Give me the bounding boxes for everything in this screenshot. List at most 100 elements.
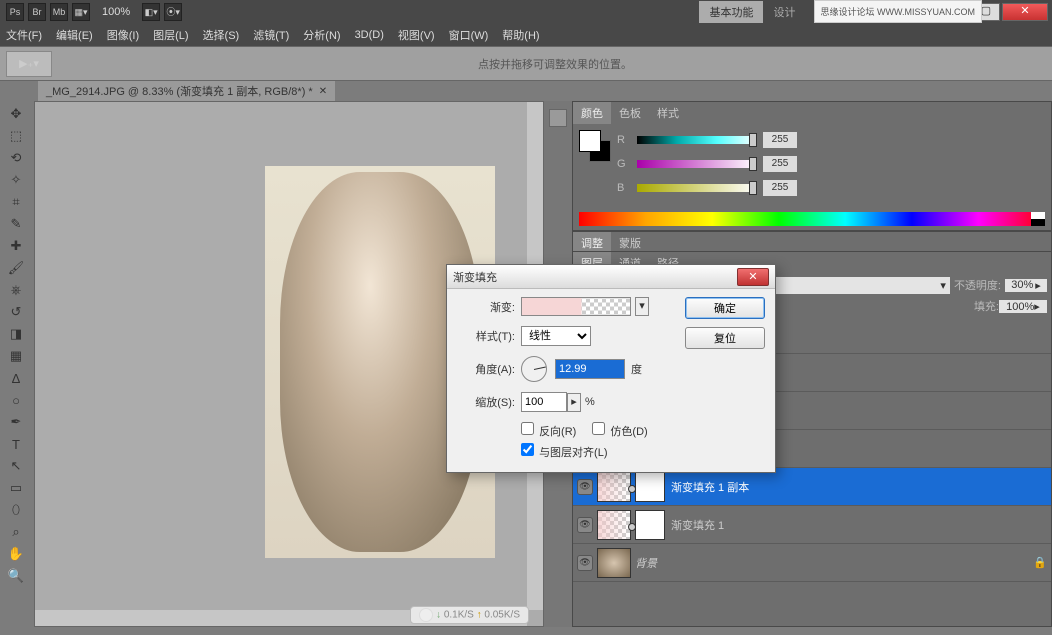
type-tool[interactable]: T [2, 433, 30, 455]
layer-thumb[interactable] [597, 548, 631, 578]
menu-edit[interactable]: 编辑(E) [56, 27, 93, 43]
fg-bg-swatch[interactable] [579, 130, 609, 160]
menu-file[interactable]: 文件(F) [6, 27, 42, 43]
color-spectrum[interactable] [579, 212, 1045, 226]
3d-tool[interactable]: ⬯ [2, 499, 30, 521]
b-value[interactable]: 255 [763, 180, 797, 196]
move-tool[interactable]: ✥ [2, 103, 30, 125]
tab-swatches[interactable]: 色板 [611, 102, 649, 124]
hand-tool[interactable]: ✋ [2, 543, 30, 565]
reverse-checkbox[interactable]: 反向(R) [521, 422, 576, 439]
options-bar: ▶₊▾ 点按并拖移可调整效果的位置。 [0, 46, 1052, 81]
ok-button[interactable]: 确定 [685, 297, 765, 319]
angle-input[interactable] [555, 359, 625, 379]
dialog-title: 渐变填充 [453, 269, 497, 285]
gradient-label: 渐变: [457, 299, 515, 315]
dialog-close-button[interactable]: ✕ [737, 268, 769, 286]
marquee-tool[interactable]: ⬚ [2, 125, 30, 147]
layer-name: 渐变填充 1 [671, 517, 1033, 533]
scale-stepper[interactable]: ▸ [567, 393, 581, 412]
b-slider[interactable] [637, 184, 757, 192]
scale-label: 缩放(S): [457, 394, 515, 410]
gradient-tool[interactable]: ▦ [2, 345, 30, 367]
brush-tool[interactable]: 🖌 [2, 257, 30, 279]
menu-image[interactable]: 图像(I) [107, 27, 139, 43]
layer-mask[interactable] [635, 510, 665, 540]
angle-label: 角度(A): [457, 361, 515, 377]
visibility-icon[interactable] [577, 517, 593, 533]
zoom-tool[interactable]: 🔍 [2, 565, 30, 587]
mb-icon[interactable]: Mb [50, 3, 68, 21]
layer-thumb[interactable] [597, 472, 631, 502]
menu-window[interactable]: 窗口(W) [449, 27, 489, 43]
bridge-icon[interactable]: Br [28, 3, 46, 21]
r-slider[interactable] [637, 136, 757, 144]
color-panel: 颜色 色板 样式 R255 G255 B255 [572, 101, 1052, 231]
watermark: 思缘设计论坛 WWW.MISSYUAN.COM [814, 0, 983, 23]
collapsed-panel-icon[interactable] [549, 109, 567, 127]
layer-row[interactable]: 渐变填充 1 副本 [573, 468, 1051, 506]
shape-tool[interactable]: ▭ [2, 477, 30, 499]
angle-dial[interactable] [521, 356, 547, 382]
arrange-icon[interactable]: ◧▾ [142, 3, 160, 21]
zoom-level[interactable]: 100% [102, 6, 130, 18]
align-checkbox[interactable]: 与图层对齐(L) [521, 443, 608, 460]
document-tab[interactable]: _MG_2914.JPG @ 8.33% (渐变填充 1 副本, RGB/8*)… [38, 81, 335, 101]
tab-styles[interactable]: 样式 [649, 102, 687, 124]
r-value[interactable]: 255 [763, 132, 797, 148]
tab-color[interactable]: 颜色 [573, 102, 611, 124]
dialog-titlebar[interactable]: 渐变填充 ✕ [447, 265, 775, 289]
window-close[interactable]: ✕ [1002, 3, 1048, 21]
stamp-tool[interactable]: ⎈ [2, 279, 30, 301]
eyedropper-tool[interactable]: ✎ [2, 213, 30, 235]
style-select[interactable]: 线性 [521, 326, 591, 346]
workspace-tab-design[interactable]: 设计 [763, 1, 805, 23]
layer-row[interactable]: 渐变填充 1 [573, 506, 1051, 544]
pen-tool[interactable]: ✒ [2, 411, 30, 433]
menu-analyze[interactable]: 分析(N) [303, 27, 340, 43]
layer-mask[interactable] [635, 472, 665, 502]
fill-value[interactable]: 100%▸ [999, 300, 1047, 313]
layer-name: 背景 [635, 555, 1033, 571]
close-icon[interactable]: ✕ [319, 86, 327, 97]
opacity-value[interactable]: 30%▸ [1005, 279, 1047, 292]
fill-label: 填充: [974, 298, 999, 314]
wand-tool[interactable]: ✧ [2, 169, 30, 191]
reset-button[interactable]: 复位 [685, 327, 765, 349]
layer-row[interactable]: 背景🔒 [573, 544, 1051, 582]
menu-filter[interactable]: 滤镜(T) [253, 27, 289, 43]
heal-tool[interactable]: ✚ [2, 235, 30, 257]
toolbox: ✥ ⬚ ⟲ ✧ ⌗ ✎ ✚ 🖌 ⎈ ↺ ◨ ▦ ∆ ○ ✒ T ↖ ▭ ⬯ ⌕ … [0, 101, 34, 627]
dither-checkbox[interactable]: 仿色(D) [592, 422, 647, 439]
gradient-preview[interactable] [521, 297, 631, 316]
download-speed: 0.1K/S [444, 610, 474, 621]
g-slider[interactable] [637, 160, 757, 168]
visibility-icon[interactable] [577, 555, 593, 571]
blur-tool[interactable]: ∆ [2, 367, 30, 389]
extras-icon[interactable]: ⦿▾ [164, 3, 182, 21]
history-brush-tool[interactable]: ↺ [2, 301, 30, 323]
menu-select[interactable]: 选择(S) [203, 27, 240, 43]
camera-tool[interactable]: ⌕ [2, 521, 30, 543]
scale-input[interactable] [521, 392, 567, 412]
menu-help[interactable]: 帮助(H) [502, 27, 539, 43]
gradient-dropdown[interactable]: ▾ [635, 297, 649, 316]
screen-mode-icon[interactable]: ▦▾ [72, 3, 90, 21]
eraser-tool[interactable]: ◨ [2, 323, 30, 345]
menu-3d[interactable]: 3D(D) [355, 29, 384, 41]
menu-view[interactable]: 视图(V) [398, 27, 435, 43]
workspace-tab-basic[interactable]: 基本功能 [699, 1, 763, 23]
path-tool[interactable]: ↖ [2, 455, 30, 477]
visibility-icon[interactable] [577, 479, 593, 495]
lasso-tool[interactable]: ⟲ [2, 147, 30, 169]
network-status: ↓ 0.1K/S ↑ 0.05K/S [410, 606, 529, 624]
crop-tool[interactable]: ⌗ [2, 191, 30, 213]
style-label: 样式(T): [457, 328, 515, 344]
app-icon: Ps [6, 3, 24, 21]
g-value[interactable]: 255 [763, 156, 797, 172]
menu-layer[interactable]: 图层(L) [153, 27, 188, 43]
layer-thumb[interactable] [597, 510, 631, 540]
dodge-tool[interactable]: ○ [2, 389, 30, 411]
main-menu: 文件(F) 编辑(E) 图像(I) 图层(L) 选择(S) 滤镜(T) 分析(N… [0, 23, 1052, 46]
current-tool-icon[interactable]: ▶₊▾ [6, 51, 52, 77]
